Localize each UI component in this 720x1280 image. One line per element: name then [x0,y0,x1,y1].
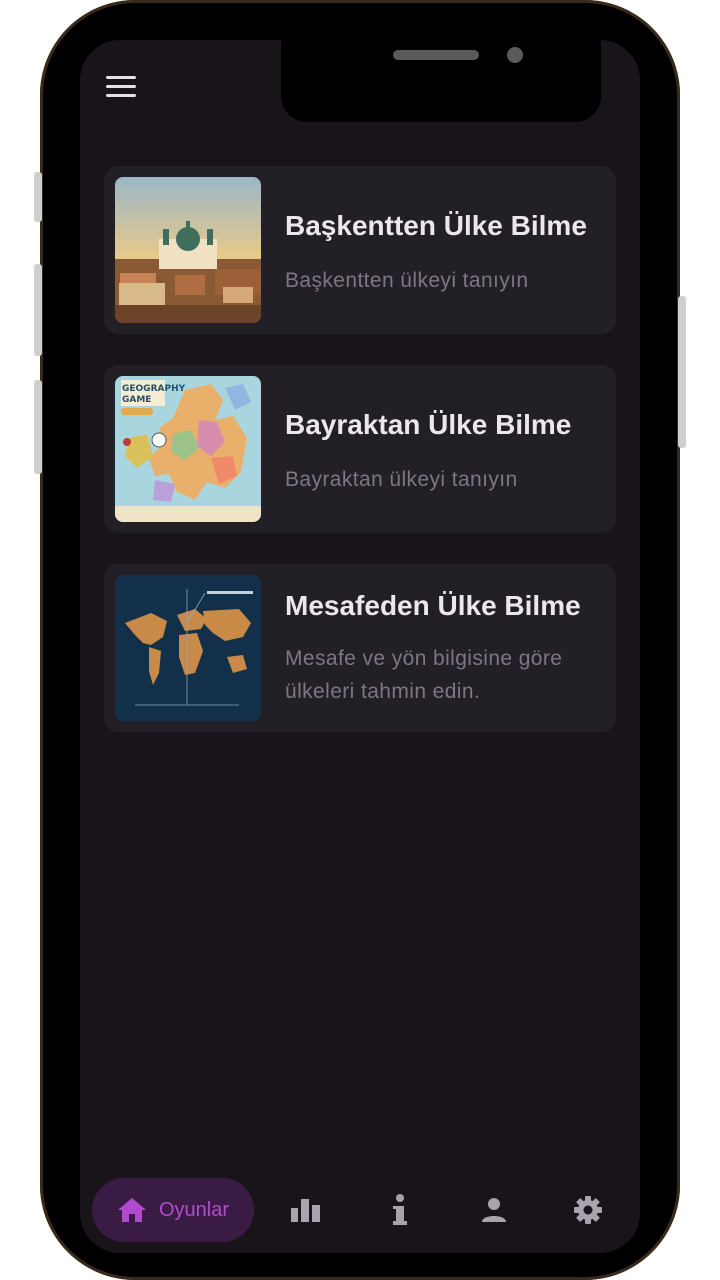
game-card-distance[interactable]: Mesafeden Ülke Bilme Mesafe ve yön bilgi… [104,564,616,732]
svg-text:GAME: GAME [122,395,151,405]
info-icon [393,1194,407,1225]
game-card-flag[interactable]: GEOGRAPHY GAME Bayraktan Ülke Bilme Bayr… [104,365,616,533]
geography-game-image: GEOGRAPHY GAME [115,376,261,522]
game-card-capital[interactable]: Başkentten Ülke Bilme Başkentten ülkeyi … [104,166,616,334]
capital-city-image [115,177,261,323]
bottom-navigation: Oyunlar [80,1178,640,1250]
home-icon [117,1198,146,1222]
world-map-image [115,575,261,721]
card-subtitle: Başkentten ülkeyi tanıyın [285,269,529,292]
nav-item-games[interactable]: Oyunlar [92,1178,254,1242]
card-title: Mesafeden Ülke Bilme [285,590,581,621]
svg-text:GEOGRAPHY: GEOGRAPHY [122,384,186,394]
front-camera [507,47,523,63]
nav-item-label: Oyunlar [158,1198,230,1221]
app-screen: GeoGame [80,40,640,1253]
nav-item-stats[interactable] [276,1178,336,1242]
nav-item-settings[interactable] [558,1178,618,1242]
card-subtitle: Mesafe ve yön bilgisine göre ülkeleri ta… [285,647,563,703]
card-title: Başkentten Ülke Bilme [285,210,587,241]
nav-item-info[interactable] [370,1178,430,1242]
silent-switch [34,172,42,222]
person-icon [482,1198,506,1222]
nav-item-profile[interactable] [464,1178,524,1242]
bar-chart-icon [291,1199,320,1222]
power-button [678,296,686,448]
card-subtitle: Bayraktan ülkeyi tanıyın [285,468,518,491]
volume-up-button [34,264,42,356]
notch [281,40,601,122]
card-title: Bayraktan Ülke Bilme [285,409,572,440]
speaker [393,50,479,60]
gear-icon [574,1196,602,1224]
volume-down-button [34,380,42,474]
